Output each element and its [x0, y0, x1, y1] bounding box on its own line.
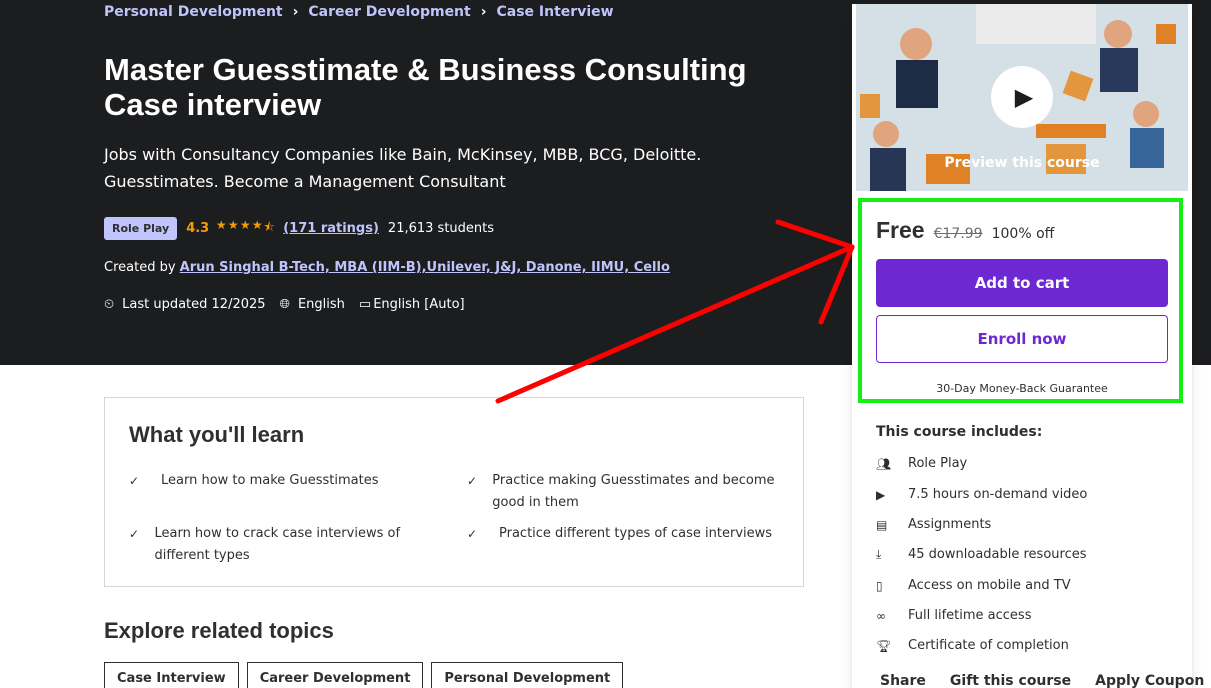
assignment-icon: ▤ [876, 517, 888, 532]
enroll-now-button[interactable]: Enroll now [876, 315, 1168, 363]
star-icon: ★ [239, 218, 251, 232]
learn-item: ✓ Learn how to make Guesstimates [129, 470, 449, 492]
page-title: Master Guesstimate & Business Consulting… [104, 52, 747, 122]
rating-row: Role Play 4.3 ★ ★ ★ ★ ⯪ (171 ratings) 21… [104, 217, 494, 240]
half-star-icon: ⯪ [263, 220, 275, 234]
rating-value: 4.3 [186, 221, 210, 236]
money-back-guarantee: 30-Day Money-Back Guarantee [936, 382, 1108, 395]
star-icon: ★ [227, 218, 239, 232]
learn-item: ✓ Practice making Guesstimates and becom… [467, 470, 787, 514]
created-by: Created by Arun Singhal B-Tech, MBA (IIM… [104, 260, 670, 275]
captions-text: English [Auto] [373, 297, 465, 312]
includes-title: This course includes: [876, 424, 1043, 440]
learn-item-text: Practice making Guesstimates and become … [492, 473, 775, 510]
alert-badge-icon: ⏲ [104, 297, 115, 312]
explore-related-topics-title: Explore related topics [104, 618, 334, 643]
created-by-label: Created by [104, 260, 176, 275]
discount-percent: 100% off [991, 226, 1055, 242]
captions-icon: ▭ [358, 297, 372, 312]
include-item: ▤ Assignments [876, 517, 991, 532]
star-rating: ★ ★ ★ ★ ⯪ [215, 218, 275, 239]
include-item-text: 45 downloadable resources [908, 547, 1087, 562]
topic-case-interview[interactable]: Case Interview [104, 662, 239, 688]
check-icon: ✓ [467, 527, 478, 541]
sidebar-links: Share Gift this course Apply Coupon [880, 673, 1211, 688]
course-language: 🌐︎ English [280, 297, 345, 312]
include-item-text: Assignments [908, 517, 992, 532]
include-item-text: Role Play [908, 456, 968, 471]
check-icon: ✓ [129, 474, 140, 488]
students-count: 21,613 students [387, 221, 495, 236]
include-item: ▯ Access on mobile and TV [876, 578, 1071, 593]
check-icon: ✓ [129, 527, 140, 541]
course-preview[interactable]: ▶ Preview this course [856, 4, 1188, 191]
globe-icon: 🌐︎ [279, 297, 290, 312]
role-play-icon: 👥︎ [876, 456, 892, 471]
learn-item-text: Learn how to make Guesstimates [161, 473, 379, 488]
price-row: Free €17.99 100% off [876, 217, 1054, 244]
gift-course-link[interactable]: Gift this course [950, 673, 1071, 688]
add-to-cart-button[interactable]: Add to cart [876, 259, 1168, 307]
learn-item: ✓ Learn how to crack case interviews of … [129, 523, 429, 567]
learn-item: ✓ Practice different types of case inter… [467, 523, 787, 545]
breadcrumb: Personal Development › Career Developmen… [104, 4, 614, 20]
breadcrumb-career-development[interactable]: Career Development [308, 4, 470, 20]
include-item: ∞ Full lifetime access [876, 608, 1031, 623]
download-icon: ⤓ [876, 547, 882, 561]
purchase-sidebar: ▶ Preview this course Free €17.99 100% o… [852, 4, 1204, 688]
include-item-text: 7.5 hours on-demand video [908, 487, 1088, 502]
language-text: English [297, 297, 345, 312]
course-captions: ▭ English [Auto] [359, 297, 465, 312]
infinity-icon: ∞ [876, 608, 886, 623]
star-icon: ★ [251, 218, 263, 232]
learn-item-text: Practice different types of case intervi… [499, 526, 773, 541]
topic-career-development[interactable]: Career Development [246, 662, 424, 688]
preview-label: Preview this course [944, 155, 1100, 171]
apply-coupon-link[interactable]: Apply Coupon [1095, 673, 1204, 688]
check-icon: ✓ [467, 474, 478, 488]
include-item: 👥︎ Role Play [876, 456, 967, 471]
role-play-badge: Role Play [104, 217, 178, 240]
learn-title: What you'll learn [129, 422, 305, 447]
breadcrumb-case-interview[interactable]: Case Interview [497, 4, 614, 20]
course-subtitle: Jobs with Consultancy Companies like Bai… [104, 145, 702, 191]
current-price: Free [876, 217, 925, 243]
play-button[interactable]: ▶ [991, 66, 1053, 128]
mobile-icon: ▯ [876, 578, 883, 593]
include-item: 🏆︎ Certificate of completion [876, 638, 1069, 653]
related-topics: Case Interview Career Development Person… [104, 662, 631, 688]
what-you-will-learn: What you'll learn ✓ Learn how to make Gu… [104, 397, 804, 587]
play-icon: ▶ [1014, 83, 1034, 111]
learn-item-text: Learn how to crack case interviews of di… [154, 526, 401, 563]
include-item-text: Certificate of completion [908, 638, 1069, 653]
last-updated-text: Last updated 12/2025 [122, 297, 266, 312]
include-item-text: Access on mobile and TV [908, 578, 1071, 593]
share-link[interactable]: Share [880, 673, 926, 688]
star-icon: ★ [215, 218, 227, 232]
author-link[interactable]: Arun Singhal B-Tech, MBA (IIM-B),Unileve… [180, 260, 670, 275]
include-item: ▶ 7.5 hours on-demand video [876, 487, 1087, 502]
topic-personal-development[interactable]: Personal Development [431, 662, 624, 688]
last-updated: ⏲ Last updated 12/2025 [104, 297, 266, 312]
chevron-right-icon: › [480, 4, 487, 20]
include-item: ⤓ 45 downloadable resources [876, 547, 1087, 562]
breadcrumb-personal-development[interactable]: Personal Development [104, 4, 283, 20]
video-icon: ▶ [876, 487, 886, 502]
original-price: €17.99 [933, 226, 983, 242]
trophy-icon: 🏆︎ [876, 638, 892, 653]
chevron-right-icon: › [292, 4, 299, 20]
ratings-link[interactable]: (171 ratings) [283, 221, 379, 236]
include-item-text: Full lifetime access [908, 608, 1032, 623]
course-meta: ⏲ Last updated 12/2025 🌐︎ English ▭ Engl… [104, 297, 479, 312]
